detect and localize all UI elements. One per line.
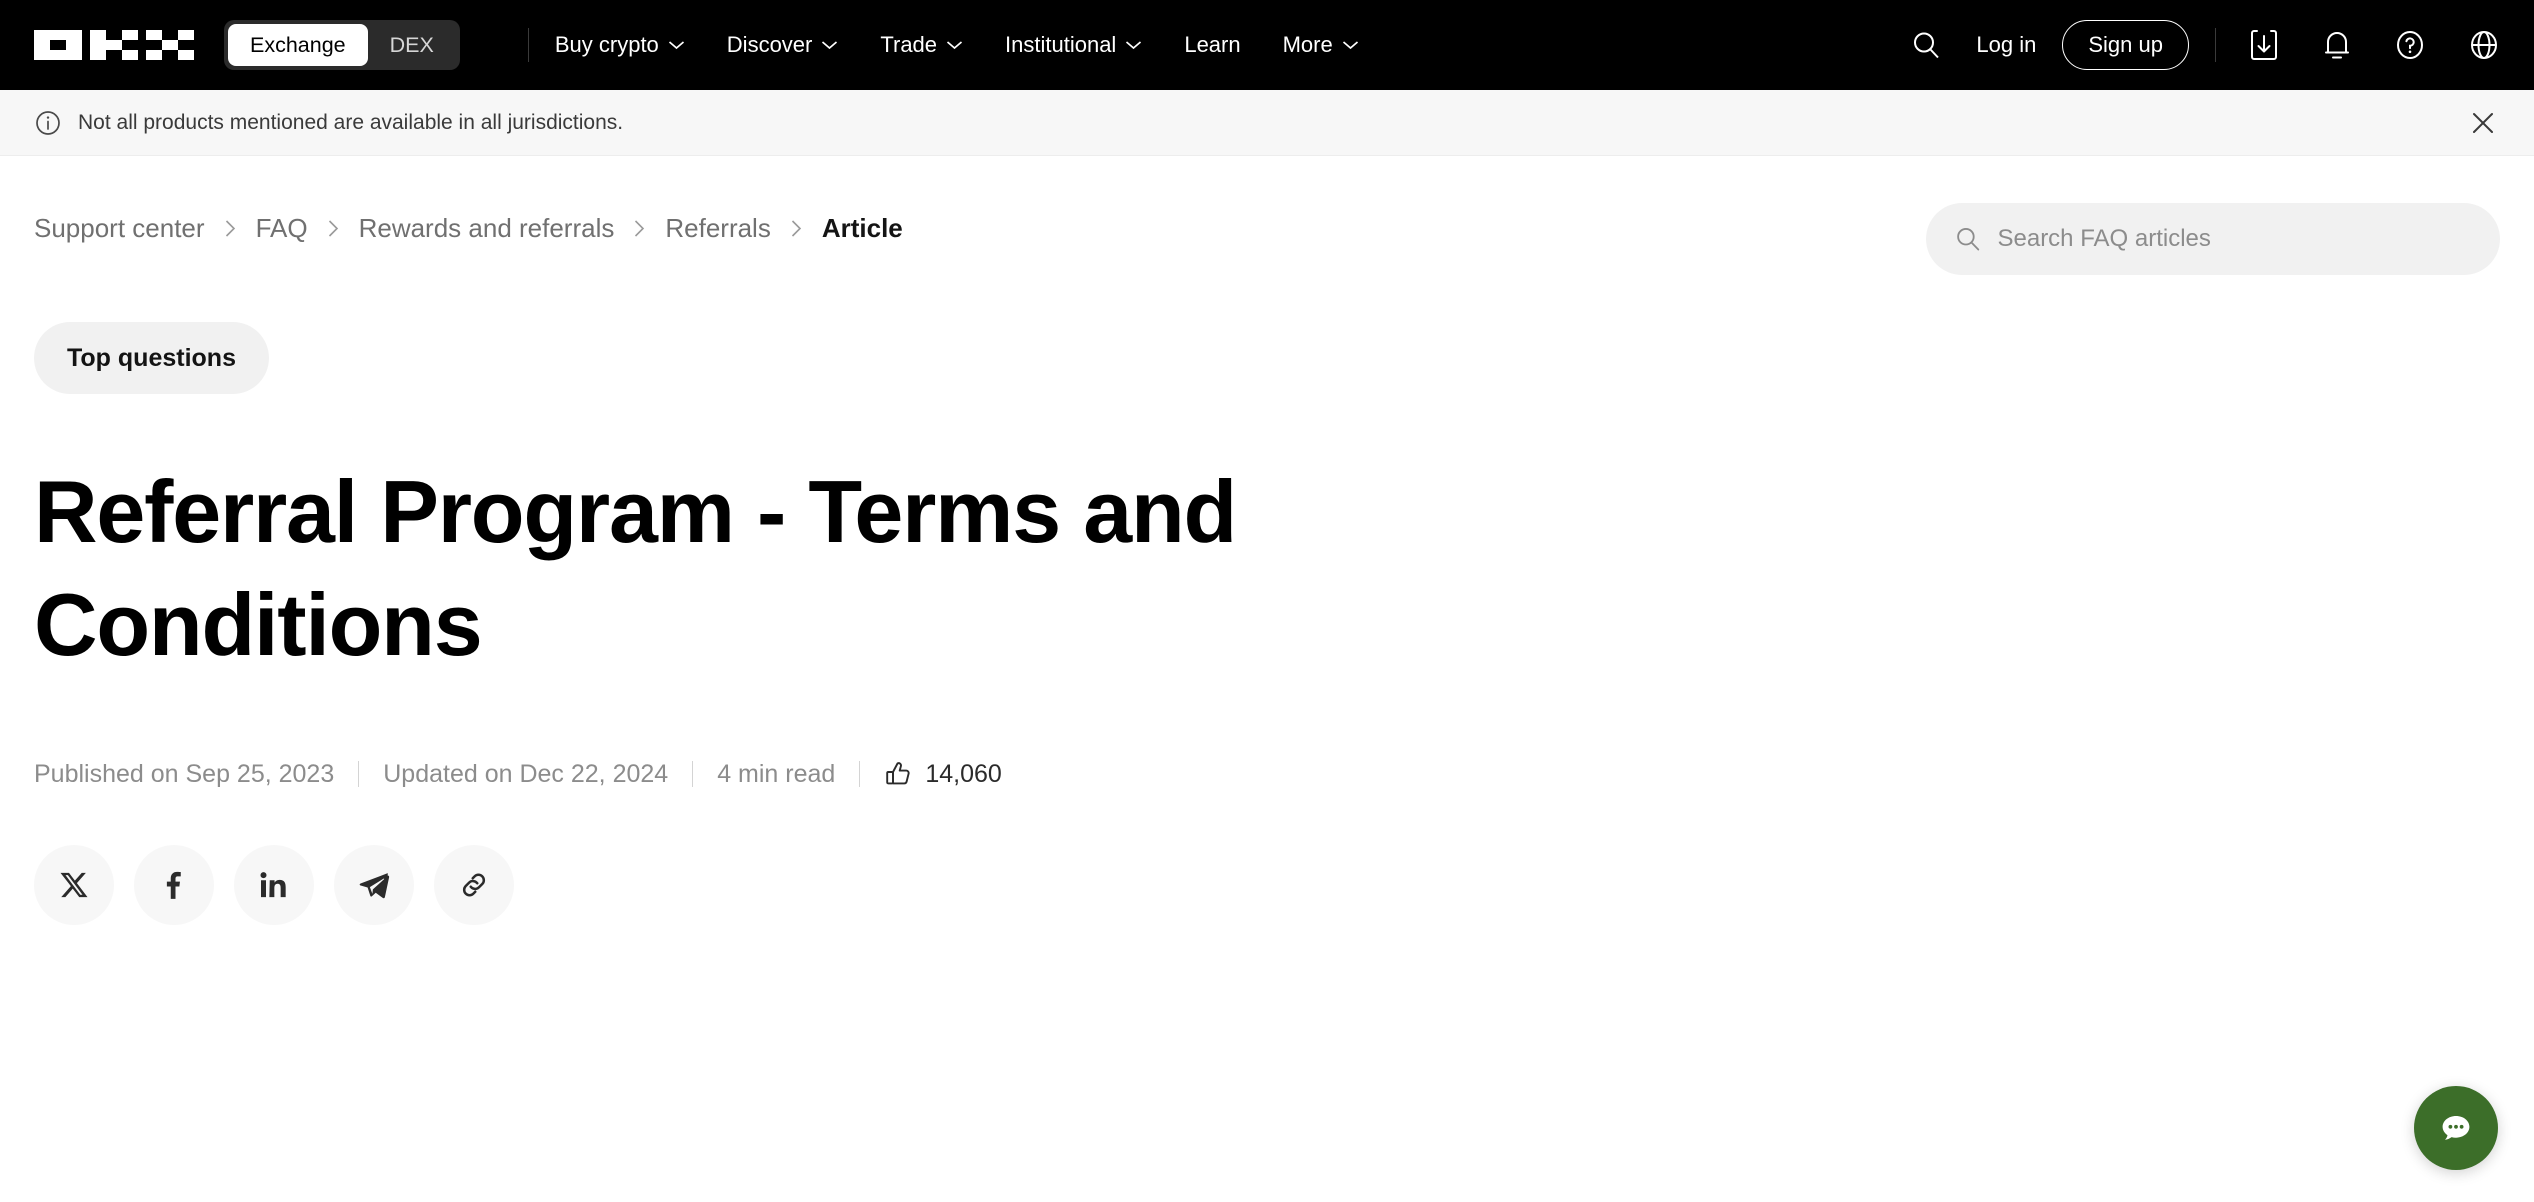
article-updated-date: Updated on Dec 22, 2024 bbox=[383, 759, 669, 788]
faq-search-box[interactable] bbox=[1926, 203, 2500, 275]
share-facebook-button[interactable] bbox=[134, 845, 214, 926]
article-published-date: Published on Sep 25, 2023 bbox=[34, 759, 335, 788]
okx-logo-mark bbox=[34, 30, 194, 60]
chevron-right-icon bbox=[635, 220, 645, 237]
info-circle-icon bbox=[36, 110, 60, 135]
nav-item-institutional[interactable]: Institutional bbox=[1005, 32, 1142, 58]
meta-divider bbox=[692, 761, 694, 788]
search-icon bbox=[1914, 32, 1940, 59]
telegram-icon bbox=[359, 873, 390, 899]
share-linkedin-button[interactable] bbox=[234, 845, 314, 926]
jurisdiction-notice-bar: Not all products mentioned are available… bbox=[0, 90, 2534, 156]
globe-icon bbox=[2471, 31, 2497, 59]
nav-item-discover[interactable]: Discover bbox=[727, 32, 839, 58]
article-like-count: 14,060 bbox=[925, 759, 1002, 788]
nav-item-trade[interactable]: Trade bbox=[880, 32, 963, 58]
share-x-button[interactable] bbox=[34, 845, 114, 926]
chevron-down-icon bbox=[946, 41, 963, 50]
article-read-time: 4 min read bbox=[717, 759, 836, 788]
nav-item-learn-label: Learn bbox=[1184, 32, 1241, 57]
link-icon bbox=[462, 873, 486, 897]
linkedin-icon bbox=[260, 872, 286, 898]
toggle-option-dex[interactable]: DEX bbox=[368, 24, 456, 66]
faq-search-input[interactable] bbox=[1997, 225, 2472, 253]
nav-item-institutional-label: Institutional bbox=[1005, 32, 1117, 57]
breadcrumb-item-faq[interactable]: FAQ bbox=[256, 213, 308, 244]
nav-item-learn[interactable]: Learn bbox=[1184, 32, 1240, 58]
toggle-option-exchange[interactable]: Exchange bbox=[228, 24, 368, 66]
nav-item-buy-crypto-label: Buy crypto bbox=[554, 32, 659, 57]
chevron-right-icon bbox=[791, 220, 801, 237]
language-button[interactable] bbox=[2468, 28, 2500, 62]
download-app-button[interactable] bbox=[2248, 28, 2280, 62]
chevron-down-icon bbox=[668, 41, 684, 50]
primary-nav-links: Buy crypto Discover Trade Institutional … bbox=[555, 32, 1359, 58]
signup-button[interactable]: Sign up bbox=[2062, 20, 2189, 70]
facebook-icon bbox=[166, 872, 181, 900]
search-icon bbox=[1957, 228, 1980, 251]
breadcrumb-item-support-center[interactable]: Support center bbox=[34, 213, 205, 244]
top-right-divider bbox=[2215, 28, 2216, 62]
chevron-down-icon bbox=[1126, 41, 1142, 50]
bell-icon bbox=[2325, 32, 2349, 59]
top-right-actions: Log in Sign up bbox=[1910, 20, 2500, 70]
global-search-button[interactable] bbox=[1910, 29, 1942, 61]
article-like-button[interactable]: 14,060 bbox=[884, 759, 1002, 789]
chevron-down-icon bbox=[1342, 41, 1358, 50]
article-meta: Published on Sep 25, 2023 Updated on Dec… bbox=[34, 759, 2500, 789]
share-telegram-button[interactable] bbox=[334, 845, 414, 926]
close-icon bbox=[2473, 112, 2493, 133]
breadcrumb-row: Support center FAQ Rewards and referrals… bbox=[34, 203, 2500, 275]
share-buttons bbox=[34, 845, 2500, 926]
breadcrumb-item-referrals[interactable]: Referrals bbox=[665, 213, 770, 244]
category-chip-top-questions[interactable]: Top questions bbox=[34, 322, 269, 394]
breadcrumb: Support center FAQ Rewards and referrals… bbox=[34, 213, 903, 244]
notice-text: Not all products mentioned are available… bbox=[78, 110, 624, 134]
live-chat-button[interactable] bbox=[2414, 1086, 2498, 1170]
utility-icons bbox=[2248, 28, 2500, 62]
nav-item-more[interactable]: More bbox=[1283, 32, 1359, 58]
breadcrumb-item-article: Article bbox=[821, 213, 903, 243]
article-title: Referral Program - Terms and Conditions bbox=[34, 462, 1237, 674]
nav-item-trade-label: Trade bbox=[880, 32, 938, 57]
top-navigation-bar: Exchange DEX Buy crypto Discover Trade I… bbox=[0, 0, 2534, 90]
okx-logo[interactable] bbox=[34, 30, 194, 60]
nav-item-discover-label: Discover bbox=[726, 32, 813, 57]
chevron-down-icon bbox=[822, 41, 838, 50]
nav-item-buy-crypto[interactable]: Buy crypto bbox=[555, 32, 685, 58]
meta-divider bbox=[859, 761, 861, 788]
download-icon bbox=[2251, 30, 2277, 60]
share-copy-link-button[interactable] bbox=[434, 845, 514, 926]
notifications-button[interactable] bbox=[2322, 28, 2352, 62]
chevron-right-icon bbox=[328, 220, 338, 237]
nav-divider bbox=[527, 28, 529, 62]
chat-bubble-icon bbox=[2442, 1116, 2470, 1140]
help-button[interactable] bbox=[2394, 28, 2426, 62]
exchange-dex-toggle[interactable]: Exchange DEX bbox=[224, 20, 460, 70]
thumbs-up-icon bbox=[886, 762, 910, 785]
login-link[interactable]: Log in bbox=[1976, 32, 2036, 58]
breadcrumb-item-rewards-and-referrals[interactable]: Rewards and referrals bbox=[359, 213, 615, 244]
chevron-right-icon bbox=[225, 220, 235, 237]
help-circle-icon bbox=[2397, 31, 2423, 59]
nav-item-more-label: More bbox=[1282, 32, 1333, 57]
notice-close-button[interactable] bbox=[2466, 106, 2500, 140]
article-page: Support center FAQ Rewards and referrals… bbox=[0, 203, 2534, 926]
x-twitter-icon bbox=[60, 873, 88, 898]
meta-divider bbox=[358, 761, 360, 788]
